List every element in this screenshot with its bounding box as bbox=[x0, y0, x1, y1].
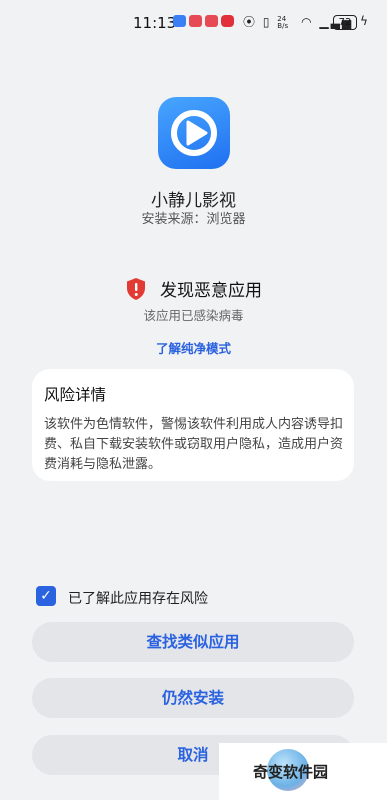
warning-title: 发现恶意应用 bbox=[160, 281, 263, 301]
watermark: 奇变软件园 bbox=[219, 743, 387, 800]
find-similar-apps-button[interactable]: 查找类似应用 bbox=[32, 622, 354, 662]
wifi-icon: ◠ bbox=[301, 15, 314, 29]
install-anyway-button[interactable]: 仍然安装 bbox=[32, 678, 354, 718]
app-icon bbox=[158, 97, 230, 169]
install-source: 安装来源：浏览器 bbox=[141, 212, 246, 227]
play-icon bbox=[171, 110, 217, 156]
vibrate-icon: ▯ bbox=[262, 15, 272, 29]
status-time: 11:13 bbox=[133, 14, 177, 32]
net-speed: 24 B/s bbox=[277, 14, 289, 30]
notification-icon bbox=[205, 15, 218, 27]
notification-icon bbox=[173, 15, 186, 27]
risk-acknowledge-label: 已了解此应用存在风险 bbox=[68, 591, 208, 607]
shield-alert-icon bbox=[126, 277, 145, 300]
notification-icon bbox=[221, 15, 234, 27]
notification-icon bbox=[189, 15, 202, 27]
risk-details-description: 该软件为色情软件，警惕该软件利用成人内容诱导扣费、私自下载安装软件或窃取用户隐私… bbox=[44, 417, 344, 472]
watermark-text: 奇变软件园 bbox=[253, 763, 329, 781]
risk-acknowledge-checkbox[interactable]: ✓ bbox=[36, 586, 56, 606]
warning-subtitle: 该应用已感染病毒 bbox=[143, 308, 244, 323]
risk-details-card: 风险详情 该软件为色情软件，警惕该软件利用成人内容诱导扣费、私自下载安装软件或窃… bbox=[32, 369, 354, 481]
battery-indicator: 72 bbox=[333, 15, 357, 30]
location-icon: ⦿ bbox=[243, 15, 258, 29]
warning-header: 发现恶意应用 bbox=[0, 276, 387, 301]
status-bar: 11:13 ⦿ ▯ 24 B/s ◠ ▁▃▅ 72 ϟ bbox=[0, 0, 387, 44]
pure-mode-link[interactable]: 了解纯净模式 bbox=[0, 338, 387, 357]
risk-details-title: 风险详情 bbox=[44, 386, 107, 404]
charging-icon: ϟ bbox=[360, 14, 368, 28]
